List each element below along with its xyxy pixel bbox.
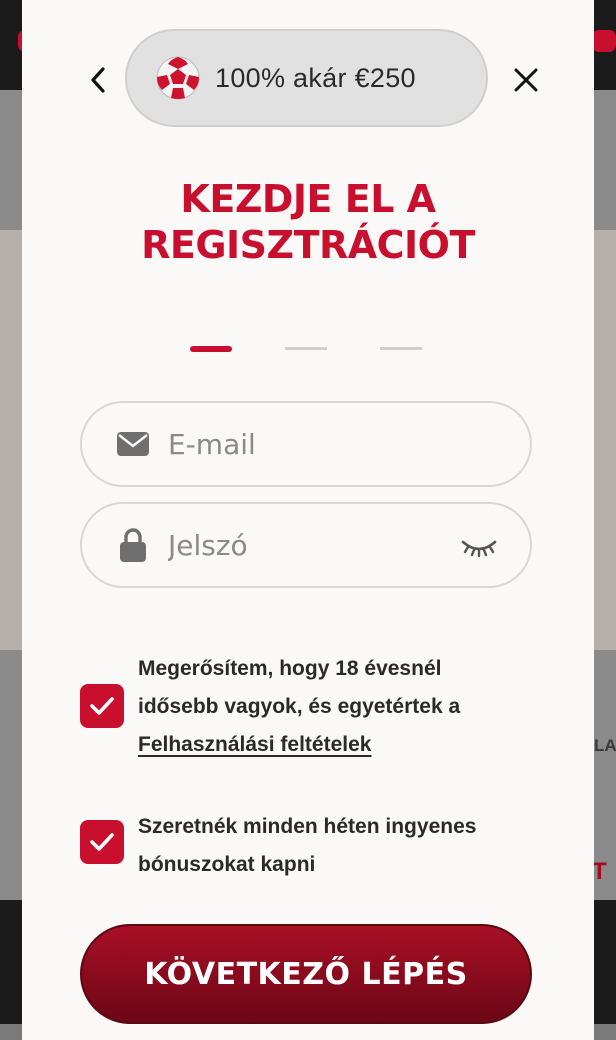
email-field[interactable] — [80, 401, 532, 487]
back-button[interactable] — [78, 60, 118, 100]
age-consent-line-2: idősebb vagyok, és egyetértek a — [138, 695, 461, 718]
close-button[interactable] — [506, 60, 546, 100]
password-field[interactable] — [80, 502, 532, 588]
lock-icon — [116, 528, 150, 562]
eye-closed-icon[interactable] — [460, 534, 498, 558]
background-badge-fragment — [592, 30, 616, 52]
terms-link[interactable]: Felhasználási feltételek — [138, 733, 371, 756]
envelope-icon — [116, 427, 150, 461]
checkmark-icon — [90, 833, 114, 851]
page-title: KEZDJE EL A REGISZTRÁCIÓT — [22, 176, 594, 268]
bonus-offer-pill: 100% akár €250 — [125, 29, 488, 127]
registration-modal: 100% akár €250 KEZDJE EL A REGISZTRÁCIÓT — [22, 0, 594, 1040]
bonus-offer-text: 100% akár €250 — [215, 62, 416, 93]
age-consent-line-1: Megerősítem, hogy 18 évesnél — [138, 657, 442, 680]
bonus-consent-checkbox[interactable] — [80, 820, 124, 864]
step-3-indicator — [380, 347, 422, 350]
bonus-consent-line-1: Szeretnék minden héten ingyenes — [138, 815, 477, 838]
step-1-indicator — [190, 346, 232, 352]
next-step-label: KÖVETKEZŐ LÉPÉS — [144, 956, 468, 992]
chevron-left-icon — [91, 67, 105, 93]
background-side-red-text: T — [592, 858, 607, 885]
email-input[interactable] — [166, 426, 470, 462]
bonus-consent-text: Szeretnék minden héten ingyenes bónuszok… — [138, 808, 538, 884]
title-line-1: KEZDJE EL A — [180, 177, 436, 221]
step-2-indicator — [285, 347, 327, 350]
age-consent-text: Megerősítem, hogy 18 évesnél idősebb vag… — [138, 650, 538, 764]
password-input[interactable] — [166, 527, 470, 563]
checkmark-icon — [90, 697, 114, 715]
close-icon — [514, 68, 538, 92]
age-consent-checkbox[interactable] — [80, 684, 124, 728]
next-step-button[interactable]: KÖVETKEZŐ LÉPÉS — [80, 924, 532, 1024]
bonus-consent-line-2: bónuszokat kapni — [138, 853, 316, 876]
background-side-text: LA — [594, 736, 616, 755]
title-line-2: REGISZTRÁCIÓT — [141, 223, 475, 267]
step-indicator — [22, 346, 594, 355]
soccer-ball-icon — [156, 56, 200, 100]
